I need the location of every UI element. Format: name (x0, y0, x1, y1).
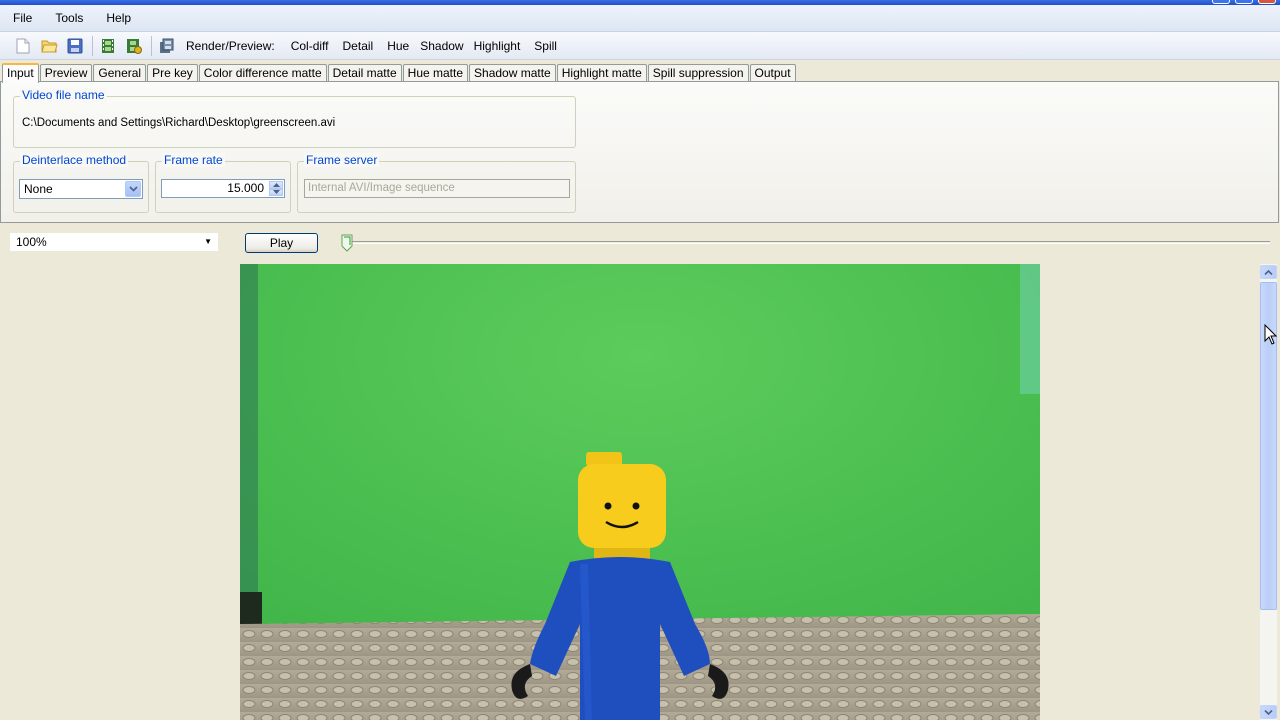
spill-button[interactable]: Spill (534, 39, 557, 53)
tab-preview[interactable]: Preview (39, 64, 93, 82)
batch-render-icon[interactable] (158, 37, 176, 55)
render-preview-label: Render/Preview: (186, 38, 275, 53)
zoom-select[interactable]: 100% ▼ (10, 233, 218, 251)
toolbar: Render/Preview: Col-diff Detail Hue Shad… (0, 32, 1280, 60)
frame-server-group: Frame server Internal AVI/Image sequence (297, 153, 576, 213)
frame-rate-spinner[interactable] (269, 181, 283, 196)
video-file-path: C:\Documents and Settings\Richard\Deskto… (22, 117, 336, 129)
play-button[interactable]: Play (245, 233, 318, 253)
tab-shadow-matte[interactable]: Shadow matte (469, 64, 556, 82)
toolbar-separator (92, 35, 93, 56)
highlight-button[interactable]: Highlight (474, 39, 521, 53)
film-icon[interactable] (99, 37, 117, 55)
tab-detail-matte[interactable]: Detail matte (327, 64, 402, 82)
shadow-button[interactable]: Shadow (420, 39, 463, 53)
toolbar-separator (151, 35, 152, 56)
deinterlace-legend: Deinterlace method (20, 153, 129, 167)
chevron-down-icon[interactable] (125, 181, 141, 197)
tab-input[interactable]: Input (2, 63, 39, 83)
hue-button[interactable]: Hue (387, 39, 409, 53)
menu-help[interactable]: Help (93, 11, 141, 25)
scroll-down-button[interactable] (1260, 705, 1277, 719)
video-frame (240, 264, 1040, 720)
video-image (240, 264, 1040, 720)
col-diff-button[interactable]: Col-diff (291, 39, 329, 53)
zoom-value: 100% (16, 235, 47, 249)
deinterlace-value: None (24, 182, 53, 196)
minimize-button[interactable] (1212, 0, 1230, 4)
mouse-cursor-icon (1264, 323, 1278, 346)
timeline-slider[interactable] (342, 241, 1270, 244)
frame-rate-group: Frame rate 15.000 (155, 153, 291, 213)
frame-rate-legend: Frame rate (162, 153, 225, 167)
tab-highlight-matte[interactable]: Highlight matte (556, 64, 647, 82)
film-export-icon[interactable] (125, 37, 143, 55)
tab-general[interactable]: General (93, 64, 147, 82)
deinterlace-group: Deinterlace method None (13, 153, 149, 213)
frame-server-legend: Frame server (304, 153, 380, 167)
new-file-icon[interactable] (14, 37, 32, 55)
menu-tools[interactable]: Tools (42, 11, 93, 25)
frame-server-field: Internal AVI/Image sequence (304, 179, 570, 198)
spin-down-icon[interactable] (269, 188, 283, 196)
deinterlace-select[interactable]: None (19, 179, 143, 199)
tab-pre-key[interactable]: Pre key (147, 64, 198, 82)
tab-output[interactable]: Output (749, 64, 796, 82)
scroll-up-button[interactable] (1260, 265, 1277, 279)
maximize-button[interactable] (1235, 0, 1253, 4)
video-file-group: Video file name C:\Documents and Setting… (13, 88, 576, 148)
detail-button[interactable]: Detail (343, 39, 374, 53)
timeline-thumb[interactable] (341, 234, 353, 252)
tab-color-difference-matte[interactable]: Color difference matte (198, 64, 327, 82)
playback-bar: 100% ▼ Play (0, 226, 1280, 260)
frame-rate-input[interactable]: 15.000 (161, 179, 285, 198)
tab-hue-matte[interactable]: Hue matte (402, 64, 469, 82)
tab-spill-suppression[interactable]: Spill suppression (647, 64, 749, 82)
save-icon[interactable] (66, 37, 84, 55)
frame-rate-value: 15.000 (227, 181, 264, 195)
tab-strip: Input Preview General Pre key Color diff… (0, 62, 797, 83)
input-tab-panel: Video file name C:\Documents and Setting… (0, 81, 1279, 223)
spin-up-icon[interactable] (269, 181, 283, 189)
video-file-legend: Video file name (20, 88, 107, 102)
close-button[interactable] (1258, 0, 1276, 4)
dropdown-arrow-icon[interactable]: ▼ (204, 233, 212, 251)
menu-file[interactable]: File (0, 11, 42, 25)
open-folder-icon[interactable] (40, 37, 58, 55)
preview-area (0, 260, 1280, 720)
menu-bar: File Tools Help (0, 5, 1280, 32)
